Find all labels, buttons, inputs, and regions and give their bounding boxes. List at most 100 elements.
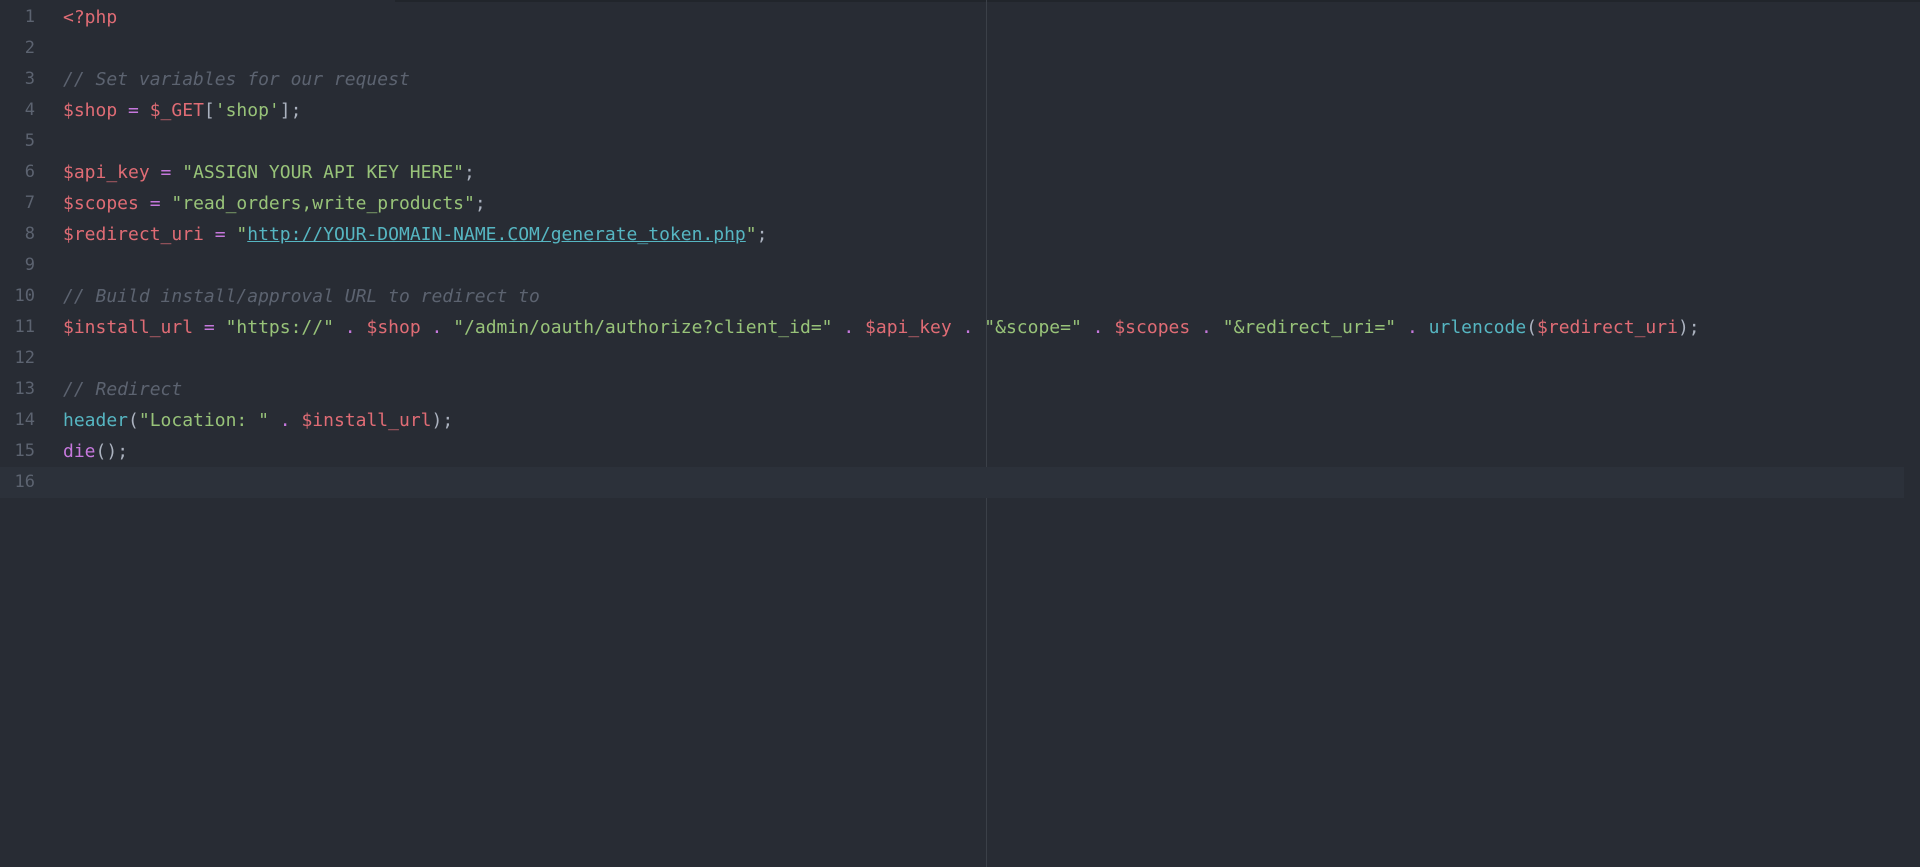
code-line[interactable]: 7 $scopes = "read_orders,write_products"; bbox=[0, 188, 1920, 219]
line-number: 2 bbox=[24, 38, 35, 58]
code-token-var: $install_url bbox=[63, 317, 194, 338]
code-token-var: $scopes bbox=[63, 193, 139, 214]
code-line[interactable]: 13 // Redirect bbox=[0, 374, 1920, 405]
line-content[interactable]: $api_key = "ASSIGN YOUR API KEY HERE"; bbox=[63, 157, 475, 188]
code-editor[interactable]: 1 <?php 2 3 // Set variables for our request… bbox=[0, 0, 1920, 867]
code-line[interactable]: 15 die(); bbox=[0, 436, 1920, 467]
line-content[interactable]: // Redirect bbox=[63, 374, 182, 405]
code-line[interactable]: 3 // Set variables for our request bbox=[0, 64, 1920, 95]
code-token-punct: ]; bbox=[279, 100, 302, 121]
code-line[interactable]: 11 $install_url = "https://" . $shop . "/… bbox=[0, 312, 1920, 343]
code-token-punct bbox=[139, 100, 150, 121]
code-token-var: $scopes bbox=[1114, 317, 1191, 338]
code-token-punct bbox=[854, 317, 865, 338]
code-token-punct bbox=[1212, 317, 1223, 338]
code-token-punct bbox=[334, 317, 345, 338]
code-token-punct bbox=[442, 317, 453, 338]
code-line[interactable]: 2 bbox=[0, 33, 1920, 64]
code-token-punct bbox=[833, 317, 844, 338]
line-content[interactable]: <?php bbox=[63, 2, 117, 33]
code-token-punct: [ bbox=[203, 100, 215, 121]
code-token-tag: <?php bbox=[63, 7, 118, 28]
line-content[interactable]: $install_url = "https://" . $shop . "/ad… bbox=[63, 312, 1700, 343]
code-token-str: "ASSIGN YOUR API KEY HERE" bbox=[182, 162, 464, 183]
code-line[interactable]: 4 $shop = $_GET['shop']; bbox=[0, 95, 1920, 126]
code-token-punct bbox=[204, 224, 215, 245]
code-token-op: . bbox=[1201, 317, 1212, 338]
code-token-punct: ); bbox=[1677, 317, 1700, 338]
line-number: 12 bbox=[14, 348, 35, 368]
line-content[interactable]: $shop = $_GET['shop']; bbox=[63, 95, 301, 126]
line-number: 3 bbox=[24, 69, 35, 89]
code-token-func: header bbox=[63, 410, 129, 431]
code-token-punct bbox=[226, 224, 237, 245]
line-number: 7 bbox=[24, 193, 35, 213]
code-line[interactable]: 9 bbox=[0, 250, 1920, 281]
line-content[interactable]: $redirect_uri = "http://YOUR-DOMAIN-NAME… bbox=[63, 219, 767, 250]
code-token-punct bbox=[1418, 317, 1429, 338]
line-number: 16 bbox=[14, 472, 35, 492]
code-token-punct: ( bbox=[128, 410, 139, 431]
code-token-op: . bbox=[962, 317, 974, 338]
code-token-var: $shop bbox=[366, 317, 421, 338]
code-token-punct bbox=[150, 162, 161, 183]
code-token-punct: ; bbox=[464, 162, 475, 183]
code-line[interactable]: 5 bbox=[0, 126, 1920, 157]
line-number: 1 bbox=[24, 7, 35, 27]
code-token-punct bbox=[171, 162, 182, 183]
code-token-punct bbox=[1396, 317, 1407, 338]
code-token-punct bbox=[117, 100, 128, 121]
code-token-str: 'shop' bbox=[214, 100, 280, 121]
line-content[interactable]: // Build install/approval URL to redirec… bbox=[63, 281, 540, 312]
code-token-str: "&scope=" bbox=[984, 317, 1082, 338]
code-token-comment: // Redirect bbox=[63, 379, 183, 400]
code-line[interactable]: 8 $redirect_uri = "http://YOUR-DOMAIN-NAM… bbox=[0, 219, 1920, 250]
code-token-punct bbox=[215, 317, 226, 338]
code-token-punct bbox=[421, 317, 432, 338]
code-token-op: = bbox=[160, 162, 172, 183]
code-line[interactable]: 10 // Build install/approval URL to redir… bbox=[0, 281, 1920, 312]
code-line[interactable]: 14 header("Location: " . $install_url); bbox=[0, 405, 1920, 436]
code-token-op: = bbox=[149, 193, 161, 214]
code-token-punct: (); bbox=[95, 441, 129, 462]
code-token-punct bbox=[269, 410, 280, 431]
code-token-var: $_GET bbox=[149, 100, 204, 121]
code-token-punct bbox=[193, 317, 204, 338]
code-token-var: $install_url bbox=[301, 410, 432, 431]
line-content[interactable]: die(); bbox=[63, 436, 128, 467]
line-number: 10 bbox=[14, 286, 35, 306]
code-token-link[interactable]: http://YOUR-DOMAIN-NAME.COM/generate_tok… bbox=[247, 224, 746, 245]
line-content[interactable]: $scopes = "read_orders,write_products"; bbox=[63, 188, 486, 219]
code-token-comment: // Set variables for our request bbox=[63, 69, 410, 90]
code-token-var: $redirect_uri bbox=[1537, 317, 1678, 338]
code-token-op: = bbox=[203, 317, 215, 338]
code-token-punct bbox=[291, 410, 302, 431]
line-number: 11 bbox=[14, 317, 35, 337]
line-number: 9 bbox=[24, 255, 35, 275]
code-token-op: . bbox=[344, 317, 356, 338]
code-token-op: = bbox=[214, 224, 226, 245]
code-token-punct: ); bbox=[431, 410, 454, 431]
code-line[interactable]: 12 bbox=[0, 343, 1920, 374]
code-token-op: . bbox=[1092, 317, 1104, 338]
line-content[interactable]: // Set variables for our request bbox=[63, 64, 410, 95]
code-line[interactable]: 6 $api_key = "ASSIGN YOUR API KEY HERE"; bbox=[0, 157, 1920, 188]
line-content[interactable]: header("Location: " . $install_url); bbox=[63, 405, 453, 436]
code-token-str: "&redirect_uri=" bbox=[1222, 317, 1397, 338]
code-token-punct bbox=[1190, 317, 1201, 338]
code-token-punct bbox=[1104, 317, 1115, 338]
code-token-punct bbox=[139, 193, 150, 214]
code-line[interactable]: 1 <?php bbox=[0, 2, 1920, 33]
code-token-punct: ( bbox=[1526, 317, 1538, 338]
code-token-var: $shop bbox=[63, 100, 118, 121]
code-token-var: $api_key bbox=[865, 317, 952, 338]
code-token-str: " bbox=[745, 224, 757, 245]
code-token-op: . bbox=[843, 317, 855, 338]
code-line-current[interactable]: 16 bbox=[0, 467, 1904, 498]
line-number: 14 bbox=[14, 410, 35, 430]
code-token-comment: // Build install/approval URL to redirec… bbox=[63, 286, 540, 307]
code-token-punct: ; bbox=[756, 224, 768, 245]
code-token-var: $api_key bbox=[63, 162, 150, 183]
code-lines[interactable]: 1 <?php 2 3 // Set variables for our request… bbox=[0, 2, 1920, 498]
code-token-kw: die bbox=[63, 441, 96, 462]
